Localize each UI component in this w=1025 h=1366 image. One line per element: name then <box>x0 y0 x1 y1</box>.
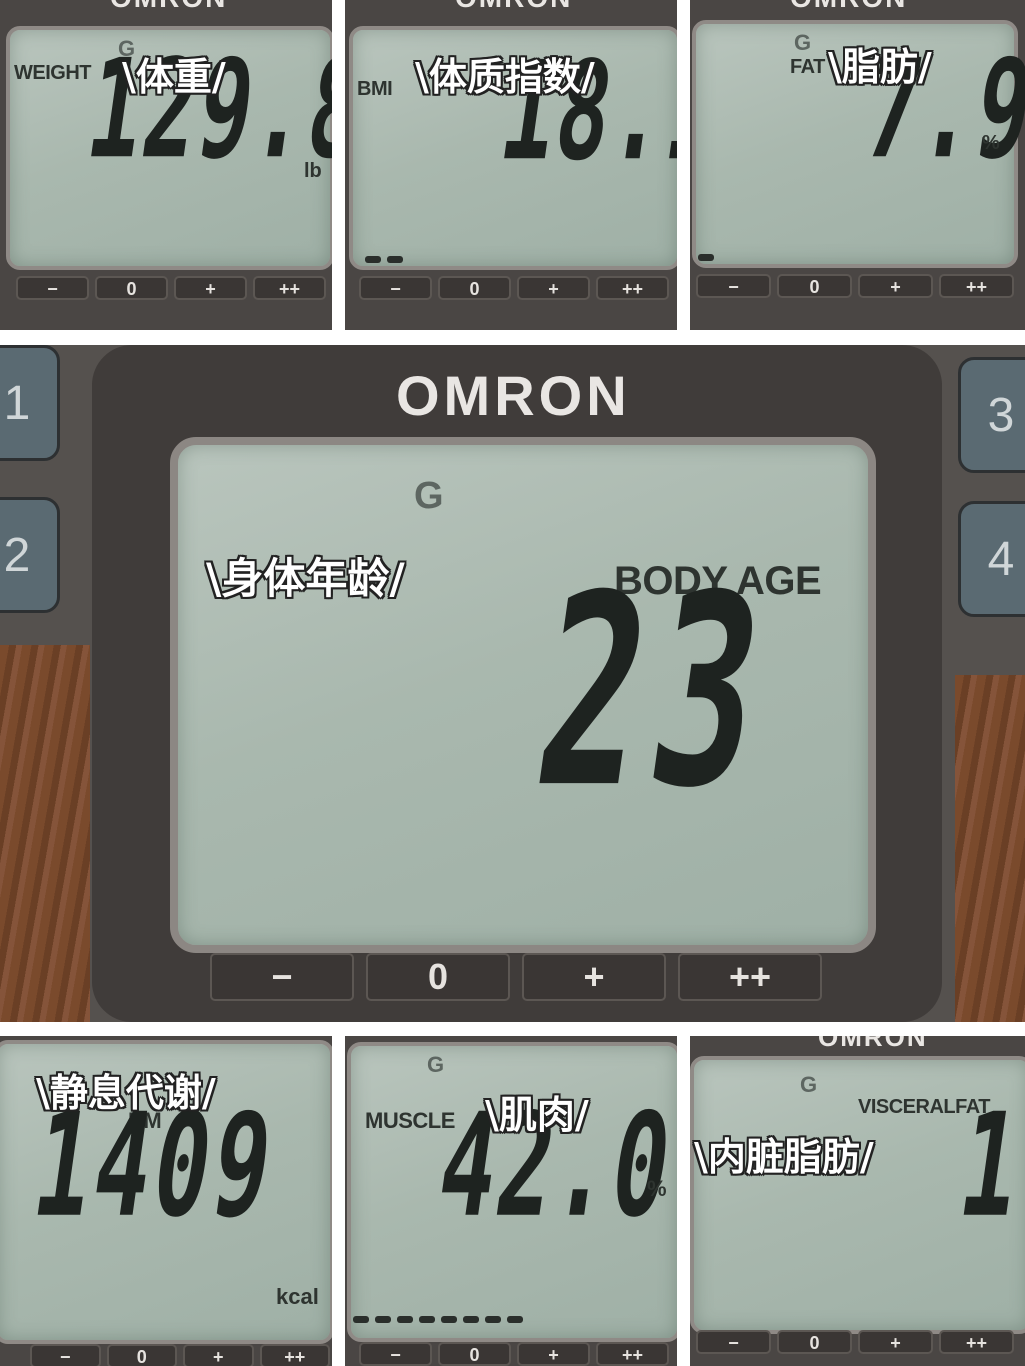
button-row: − 0 + ++ <box>30 1344 330 1366</box>
g-indicator: G <box>794 30 812 55</box>
button-row: − 0 + ++ <box>696 274 1014 298</box>
zero-button[interactable]: 0 <box>777 274 852 298</box>
zero-button[interactable]: 0 <box>366 953 510 1001</box>
resting-metabolism-panel: RM 1409 kcal \静息代谢/ − 0 + ++ <box>0 1036 332 1366</box>
metric-label: BMI <box>357 78 393 100</box>
metric-unit: lb <box>304 160 322 182</box>
g-indicator: G <box>800 1072 818 1097</box>
lcd-screen <box>170 437 876 953</box>
annotation-label: \肌肉/ <box>485 1093 589 1137</box>
brand-logo: OMRON <box>396 364 631 427</box>
minus-button[interactable]: − <box>359 276 432 300</box>
zero-button[interactable]: 0 <box>438 1342 511 1366</box>
fat-panel: OMRON G FAT 7.9 % \脂肪/ − 0 + ++ <box>690 0 1025 330</box>
plus-button[interactable]: + <box>522 953 666 1001</box>
annotation-label: \体重/ <box>122 55 226 99</box>
annotation-label: \体质指数/ <box>415 55 595 99</box>
double-plus-button[interactable]: ++ <box>939 1330 1014 1354</box>
button-row: − 0 + ++ <box>359 276 669 300</box>
memory-button-2[interactable]: 2 <box>0 497 60 613</box>
annotation-label: \静息代谢/ <box>36 1071 216 1115</box>
double-plus-button[interactable]: ++ <box>253 276 326 300</box>
level-dot <box>485 1316 501 1323</box>
double-plus-button[interactable]: ++ <box>596 1342 669 1366</box>
body-age-panel: 1 2 3 4 OMRON G BODY AGE 23 \身体年龄/ − 0 +… <box>0 345 1025 1022</box>
brand-logo: OMRON <box>790 0 907 14</box>
button-row: − 0 + ++ <box>359 1342 669 1366</box>
weight-panel: OMRON G WEIGHT 129.8 lb \体重/ − 0 + ++ <box>0 0 332 330</box>
brand-logo: OMRON <box>110 0 227 14</box>
plus-button[interactable]: + <box>858 1330 933 1354</box>
double-plus-button[interactable]: ++ <box>678 953 822 1001</box>
wood-surface <box>955 675 1025 1022</box>
annotation-label: \脂肪/ <box>828 45 932 89</box>
g-indicator: G <box>414 475 444 517</box>
button-row: − 0 + ++ <box>696 1330 1014 1354</box>
level-dot <box>507 1316 523 1323</box>
minus-button[interactable]: − <box>210 953 354 1001</box>
button-row: − 0 + ++ <box>16 276 326 300</box>
zero-button[interactable]: 0 <box>95 276 168 300</box>
level-indicator <box>698 254 714 261</box>
plus-button[interactable]: + <box>517 276 590 300</box>
minus-button[interactable]: − <box>696 1330 771 1354</box>
level-dot <box>375 1316 391 1323</box>
level-indicator <box>353 1316 523 1323</box>
plus-button[interactable]: + <box>517 1342 590 1366</box>
level-dot <box>441 1316 457 1323</box>
level-dot <box>365 256 381 263</box>
brand-logo: OMRON <box>818 1036 928 1052</box>
minus-button[interactable]: − <box>696 274 771 298</box>
zero-button[interactable]: 0 <box>106 1344 177 1366</box>
level-dot <box>463 1316 479 1323</box>
metric-label: MUSCLE <box>365 1108 455 1133</box>
zero-button[interactable]: 0 <box>438 276 511 300</box>
level-dot <box>419 1316 435 1323</box>
annotation-label: \身体年龄/ <box>206 554 405 603</box>
button-row: − 0 + ++ <box>210 953 822 1001</box>
zero-button[interactable]: 0 <box>777 1330 852 1354</box>
level-dot <box>397 1316 413 1323</box>
memory-button-4[interactable]: 4 <box>958 501 1025 617</box>
metric-unit: kcal <box>276 1284 319 1309</box>
level-dot <box>353 1316 369 1323</box>
double-plus-button[interactable]: ++ <box>939 274 1014 298</box>
level-dot <box>698 254 714 261</box>
level-indicator <box>365 256 403 263</box>
metric-label: FAT <box>790 56 825 78</box>
g-indicator: G <box>427 1052 445 1077</box>
minus-button[interactable]: − <box>359 1342 432 1366</box>
plus-button[interactable]: + <box>183 1344 254 1366</box>
muscle-panel: G MUSCLE 42.0 % \肌肉/ − 0 + ++ <box>345 1036 677 1366</box>
level-dot <box>387 256 403 263</box>
minus-button[interactable]: − <box>16 276 89 300</box>
bmi-panel: OMRON BMI 18.1 \体质指数/ − 0 + ++ <box>345 0 677 330</box>
metric-unit: % <box>982 132 1000 154</box>
plus-button[interactable]: + <box>174 276 247 300</box>
memory-button-1[interactable]: 1 <box>0 345 60 461</box>
minus-button[interactable]: − <box>30 1344 101 1366</box>
double-plus-button[interactable]: ++ <box>259 1344 330 1366</box>
metric-label: WEIGHT <box>14 62 92 84</box>
annotation-label: \内脏脂肪/ <box>694 1135 874 1179</box>
metric-unit: % <box>647 1176 667 1201</box>
memory-button-3[interactable]: 3 <box>958 357 1025 473</box>
plus-button[interactable]: + <box>858 274 933 298</box>
brand-logo: OMRON <box>455 0 572 14</box>
wood-surface <box>0 645 90 1022</box>
metric-value: 23 <box>520 539 789 847</box>
visceral-fat-panel: OMRON G VISCERALFAT 1 \内脏脂肪/ − 0 + ++ <box>690 1036 1025 1366</box>
double-plus-button[interactable]: ++ <box>596 276 669 300</box>
